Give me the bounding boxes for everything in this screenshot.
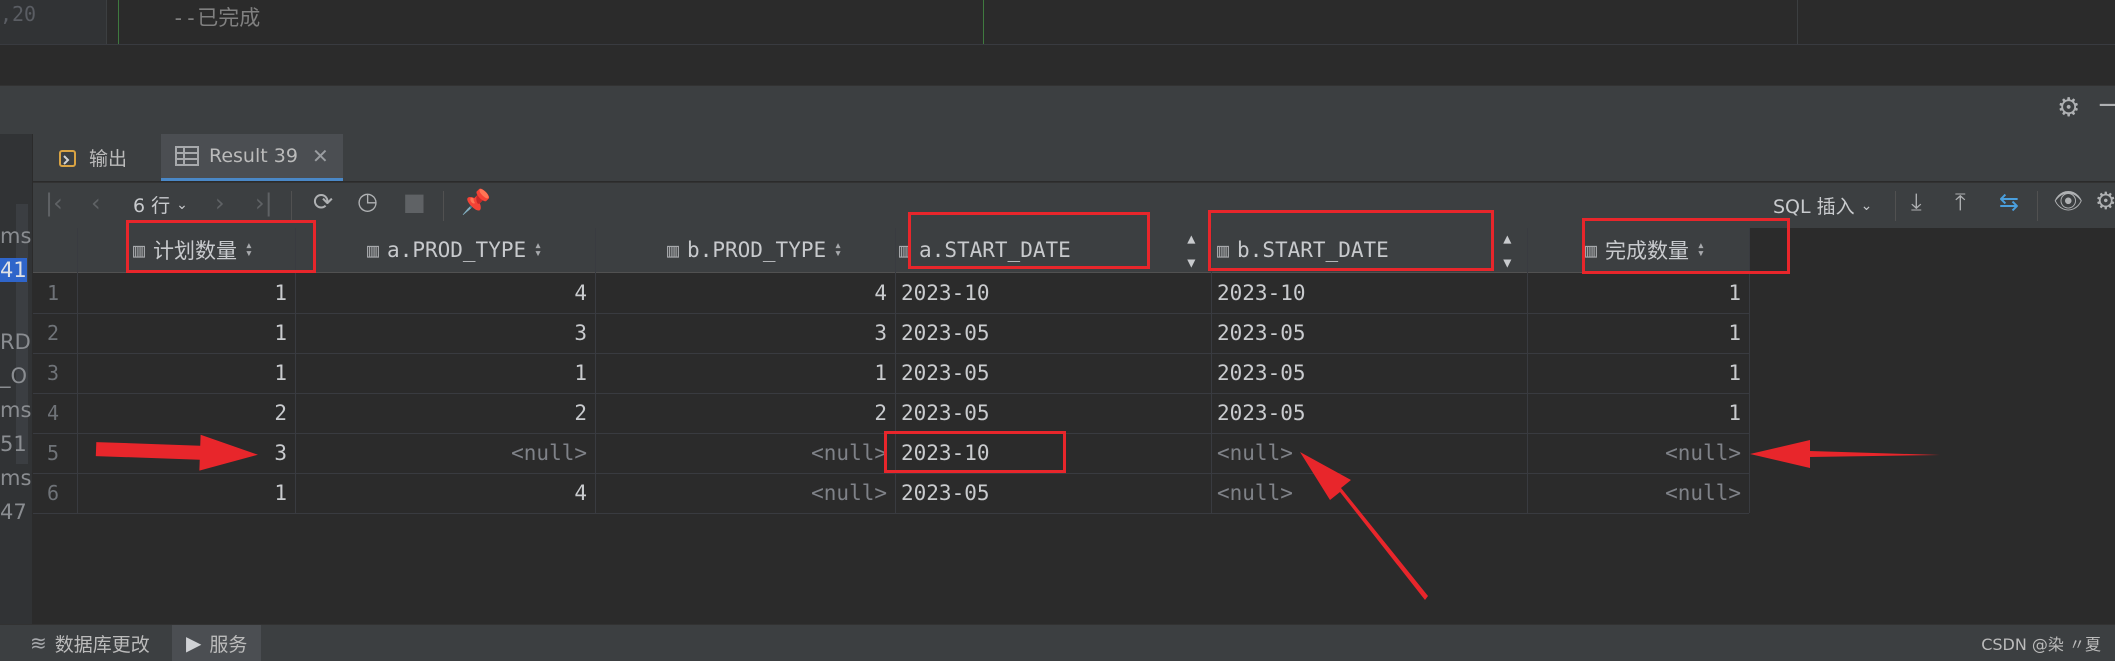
services-label: 服务 (209, 633, 248, 656)
annotation-arrows (95, 434, 1940, 600)
watermark: CSDN @染 〃夏 (1981, 635, 2101, 654)
services-tab[interactable]: ▶ 服务 (172, 625, 262, 661)
database-icon: ≋ (30, 631, 47, 655)
play-icon: ▶ (186, 631, 202, 655)
status-bar: ≋ 数据库更改 ▶ 服务 CSDN @染 〃夏 (0, 624, 2115, 661)
arrow-up-annotation (1300, 452, 1428, 600)
arrow-left-annotation (1750, 440, 1940, 468)
db-changes-tab[interactable]: ≋ 数据库更改 (30, 625, 150, 661)
db-changes-label: 数据库更改 (54, 633, 150, 656)
arrow-right-annotation (95, 434, 258, 471)
